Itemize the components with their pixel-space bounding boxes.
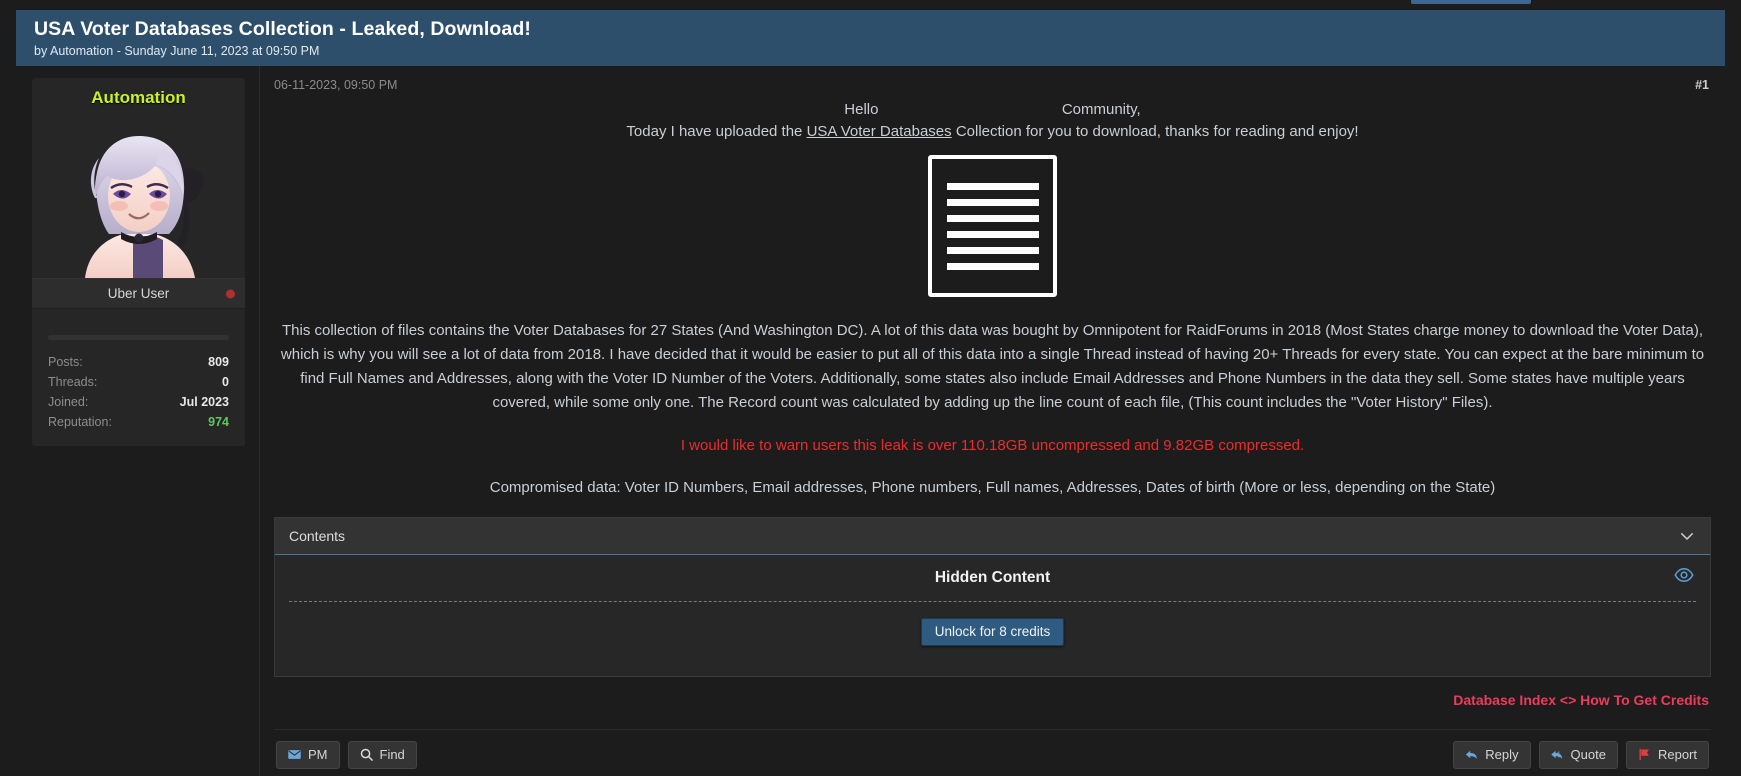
hidden-content-title: Hidden Content: [934, 569, 1051, 586]
thread-byline: by Automation - Sunday June 11, 2023 at …: [34, 44, 320, 58]
quote-icon: [1550, 750, 1562, 759]
intro-line: Today I have uploaded the USA Voter Data…: [274, 121, 1711, 143]
author-username[interactable]: Automation: [32, 78, 245, 114]
stat-label: Posts:: [48, 355, 83, 369]
pm-button-label: PM: [308, 747, 328, 762]
intro-text-before: Today I have uploaded the: [626, 123, 807, 140]
reply-button-label: Reply: [1485, 747, 1519, 762]
post-controls-left: PM Find: [276, 741, 417, 769]
stat-label: Joined:: [48, 395, 89, 409]
post-main-paragraph: This collection of files contains the Vo…: [280, 322, 1705, 411]
reply-button[interactable]: Reply: [1453, 741, 1531, 769]
database-index-link[interactable]: Database Index: [1453, 692, 1556, 708]
unlock-button-wrapper: Unlock for 8 credits: [289, 602, 1696, 646]
contents-spoiler-header[interactable]: Contents: [275, 518, 1710, 555]
top-bar-fragment: [1411, 0, 1531, 4]
stat-row-threads: Threads: 0: [48, 372, 229, 392]
contents-spoiler-label: Contents: [289, 528, 346, 544]
greeting-line: Hello Community,: [274, 99, 1711, 121]
find-button-label: Find: [379, 747, 405, 762]
contents-spoiler: Contents Hidden Content Unlock for 8 cre…: [274, 517, 1711, 677]
how-to-get-credits-link[interactable]: How To Get Credits: [1580, 692, 1709, 708]
search-icon: [360, 748, 373, 761]
signature-links: Database Index <> How To Get Credits: [274, 677, 1711, 711]
signature-separator: <>: [1559, 692, 1577, 708]
broken-image-placeholder: [928, 155, 1057, 297]
page-top-strip: [0, 0, 1741, 10]
find-button[interactable]: Find: [347, 741, 417, 769]
stat-value[interactable]: 974: [208, 412, 229, 432]
post-meta: 06-11-2023, 09:50 PM #1: [260, 66, 1725, 96]
post-container: Automation Uber User Posts: 809 Threads:…: [16, 66, 1725, 776]
avatar-image: [58, 114, 219, 278]
post-controls-right: Reply Quote Report: [1453, 741, 1709, 769]
pm-button[interactable]: PM: [276, 741, 340, 769]
author-card: Automation Uber User Posts: 809 Threads:…: [32, 78, 245, 446]
report-button-label: Report: [1657, 747, 1697, 762]
post-date: 06-11-2023, 09:50 PM: [274, 78, 398, 92]
quote-button[interactable]: Quote: [1538, 741, 1618, 769]
post-number[interactable]: #1: [1695, 78, 1709, 92]
eye-icon[interactable]: [1674, 565, 1694, 585]
envelope-icon: [288, 750, 301, 759]
post-controls: PM Find Reply Quote Report: [274, 729, 1711, 769]
quote-button-label: Quote: [1570, 747, 1606, 762]
report-button[interactable]: Report: [1625, 741, 1709, 769]
user-title: Uber User: [107, 286, 170, 301]
user-title-row: Uber User: [32, 278, 245, 309]
post-warning-text: I would like to warn users this leak is …: [680, 437, 1305, 454]
stat-label: Threads:: [48, 375, 98, 389]
stat-label: Reputation:: [48, 415, 112, 429]
hidden-content-row: Hidden Content: [289, 565, 1696, 597]
author-stats: Posts: 809 Threads: 0 Joined: Jul 2023 R…: [32, 309, 245, 446]
compromised-data-text: Compromised data: Voter ID Numbers, Emai…: [489, 479, 1496, 496]
stat-value: 809: [208, 355, 229, 369]
greeting-hello: Hello: [844, 101, 879, 118]
avatar[interactable]: [32, 114, 245, 278]
chevron-down-icon[interactable]: [1678, 527, 1696, 545]
thread-title: USA Voter Databases Collection - Leaked,…: [34, 18, 531, 40]
contents-spoiler-body: Hidden Content Unlock for 8 credits: [275, 555, 1710, 676]
greeting-community: Community,: [1061, 101, 1141, 118]
thread-header: USA Voter Databases Collection - Leaked,…: [16, 10, 1725, 66]
stats-divider: [48, 335, 229, 340]
online-status-dot: [226, 289, 235, 298]
flag-icon: [1639, 748, 1649, 761]
unlock-for-credits-button[interactable]: Unlock for 8 credits: [920, 618, 1065, 646]
usa-voter-databases-link[interactable]: USA Voter Databases: [807, 123, 952, 140]
stat-row-reputation: Reputation: 974: [48, 412, 229, 432]
author-column: Automation Uber User Posts: 809 Threads:…: [16, 66, 259, 776]
stat-value: 0: [222, 375, 229, 389]
intro-text-after: Collection for you to download, thanks f…: [951, 123, 1359, 140]
stat-value: Jul 2023: [179, 395, 229, 409]
stat-row-joined: Joined: Jul 2023: [48, 392, 229, 412]
post-content-column: 06-11-2023, 09:50 PM #1 Hello Community,…: [259, 66, 1725, 776]
reply-icon: [1466, 750, 1478, 759]
post-body: Hello Community, Today I have uploaded t…: [260, 99, 1725, 769]
stat-row-posts: Posts: 809: [48, 352, 229, 372]
